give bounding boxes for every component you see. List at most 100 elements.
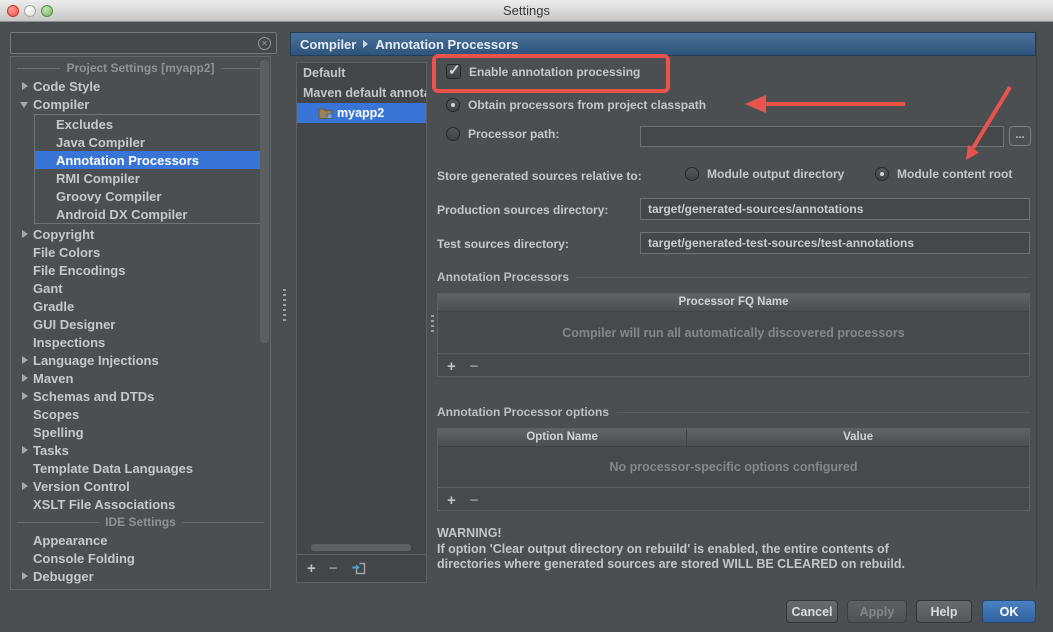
- close-window-icon[interactable]: [7, 5, 19, 17]
- settings-tree[interactable]: Project Settings [myapp2]Code StyleCompi…: [10, 56, 271, 590]
- expand-arrow-icon[interactable]: [18, 225, 33, 243]
- tree-item[interactable]: Editor: [11, 585, 270, 590]
- profile-item[interactable]: Default: [297, 63, 426, 83]
- tree-item[interactable]: Annotation Processors: [35, 151, 264, 169]
- profiles-hscroll-thumb[interactable]: [311, 544, 411, 551]
- tree-item[interactable]: Java Compiler: [35, 133, 264, 151]
- tree-item[interactable]: Groovy Compiler: [35, 187, 264, 205]
- clear-search-icon[interactable]: [258, 37, 271, 50]
- module-content-root-row[interactable]: Module content root: [875, 167, 1012, 181]
- tree-item-label: Maven: [33, 371, 73, 386]
- processors-remove-button[interactable]: −: [470, 359, 479, 374]
- tree-item[interactable]: XSLT File Associations: [11, 495, 270, 513]
- tree-item[interactable]: Gradle: [11, 297, 270, 315]
- expand-arrow-icon[interactable]: [18, 567, 33, 585]
- options-add-button[interactable]: +: [447, 493, 456, 508]
- options-remove-button[interactable]: −: [470, 493, 479, 508]
- production-sources-field[interactable]: target/generated-sources/annotations: [640, 198, 1030, 220]
- expand-arrow-icon[interactable]: [18, 387, 33, 405]
- tree-item[interactable]: Gant: [11, 279, 270, 297]
- expand-arrow-icon[interactable]: [18, 77, 33, 95]
- option-name-column[interactable]: Option Name: [438, 429, 687, 446]
- tree-item-label: Version Control: [33, 479, 130, 494]
- profile-item[interactable]: myapp2: [297, 103, 426, 123]
- tree-item-label: Debugger: [33, 569, 94, 584]
- tree-item[interactable]: Version Control: [11, 477, 270, 495]
- value-column[interactable]: Value: [687, 429, 1029, 446]
- arrow-spacer: [18, 495, 33, 513]
- arrow-spacer: [18, 549, 33, 567]
- processor-path-row[interactable]: Processor path:: [446, 127, 559, 141]
- tree-item-label: XSLT File Associations: [33, 497, 175, 512]
- search-input[interactable]: [15, 34, 254, 54]
- processors-add-button[interactable]: +: [447, 359, 456, 374]
- tree-item-label: Excludes: [56, 117, 113, 132]
- minimize-window-icon[interactable]: [24, 5, 36, 17]
- arrow-spacer: [18, 459, 33, 477]
- tree-item[interactable]: Excludes: [35, 115, 264, 133]
- tree-item[interactable]: Inspections: [11, 333, 270, 351]
- settings-search-box[interactable]: [10, 32, 277, 54]
- tree-item[interactable]: File Encodings: [11, 261, 270, 279]
- tree-item[interactable]: Code Style: [11, 77, 270, 95]
- tree-item[interactable]: Tasks: [11, 441, 270, 459]
- collapse-arrow-icon[interactable]: [18, 95, 33, 113]
- help-button[interactable]: Help: [916, 600, 972, 623]
- tree-scrollbar-thumb[interactable]: [260, 60, 269, 343]
- profiles-resize-grip-icon[interactable]: [431, 315, 434, 335]
- enable-annotation-processing-checkbox[interactable]: [446, 64, 461, 79]
- browse-processor-path-button[interactable]: ...: [1009, 126, 1031, 146]
- tree-item-label: Groovy Compiler: [56, 189, 161, 204]
- processor-path-radio[interactable]: [446, 127, 460, 141]
- tree-item[interactable]: File Colors: [11, 243, 270, 261]
- expand-arrow-icon[interactable]: [18, 351, 33, 369]
- apply-button[interactable]: Apply: [847, 600, 907, 623]
- expand-arrow-icon[interactable]: [18, 477, 33, 495]
- tree-item[interactable]: Template Data Languages: [11, 459, 270, 477]
- expand-arrow-icon[interactable]: [18, 441, 33, 459]
- tree-item[interactable]: Scopes: [11, 405, 270, 423]
- tree-item[interactable]: Compiler: [11, 95, 270, 113]
- profile-remove-button[interactable]: −: [329, 561, 338, 576]
- obtain-from-classpath-row[interactable]: Obtain processors from project classpath: [446, 98, 706, 112]
- tree-item-label: Gant: [33, 281, 63, 296]
- tree-item[interactable]: Language Injections: [11, 351, 270, 369]
- cancel-button[interactable]: Cancel: [786, 600, 838, 623]
- processor-path-field[interactable]: [640, 126, 1004, 147]
- tree-section-header: Project Settings [myapp2]: [11, 59, 270, 77]
- breadcrumb: Compiler Annotation Processors: [290, 32, 1036, 56]
- obtain-from-classpath-label: Obtain processors from project classpath: [468, 98, 706, 112]
- processor-fq-name-column[interactable]: Processor FQ Name: [438, 294, 1029, 311]
- profile-import-icon[interactable]: [351, 561, 367, 576]
- options-table-header[interactable]: Option Name Value: [438, 429, 1029, 447]
- module-content-root-radio[interactable]: [875, 167, 889, 181]
- zoom-window-icon[interactable]: [41, 5, 53, 17]
- module-output-directory-radio[interactable]: [685, 167, 699, 181]
- tree-item[interactable]: GUI Designer: [11, 315, 270, 333]
- tree-item[interactable]: Schemas and DTDs: [11, 387, 270, 405]
- ok-button[interactable]: OK: [982, 600, 1036, 623]
- tree-item[interactable]: Copyright: [11, 225, 270, 243]
- window-title: Settings: [0, 0, 1053, 22]
- enable-annotation-processing-row[interactable]: Enable annotation processing: [446, 64, 640, 79]
- expand-arrow-icon[interactable]: [18, 369, 33, 387]
- tree-item[interactable]: Console Folding: [11, 549, 270, 567]
- test-sources-field[interactable]: target/generated-test-sources/test-annot…: [640, 232, 1030, 254]
- module-output-directory-row[interactable]: Module output directory: [685, 167, 844, 181]
- expand-arrow-icon[interactable]: [18, 585, 33, 590]
- processors-table-header[interactable]: Processor FQ Name: [438, 294, 1029, 312]
- sidebar-resize-grip-icon[interactable]: [283, 289, 286, 321]
- tree-item[interactable]: Appearance: [11, 531, 270, 549]
- tree-item[interactable]: Maven: [11, 369, 270, 387]
- obtain-from-classpath-radio[interactable]: [446, 98, 460, 112]
- tree-item[interactable]: Spelling: [11, 423, 270, 441]
- profile-add-button[interactable]: +: [307, 561, 316, 576]
- tree-item[interactable]: RMI Compiler: [35, 169, 264, 187]
- breadcrumb-compiler[interactable]: Compiler: [300, 37, 356, 52]
- tree-item[interactable]: Android DX Compiler: [35, 205, 264, 223]
- profiles-list[interactable]: DefaultMaven default annotamyapp2: [297, 63, 426, 123]
- profile-item[interactable]: Maven default annota: [297, 83, 426, 103]
- profiles-toolbar: + −: [297, 554, 426, 582]
- tree-item[interactable]: Debugger: [11, 567, 270, 585]
- store-sources-label: Store generated sources relative to:: [437, 169, 642, 183]
